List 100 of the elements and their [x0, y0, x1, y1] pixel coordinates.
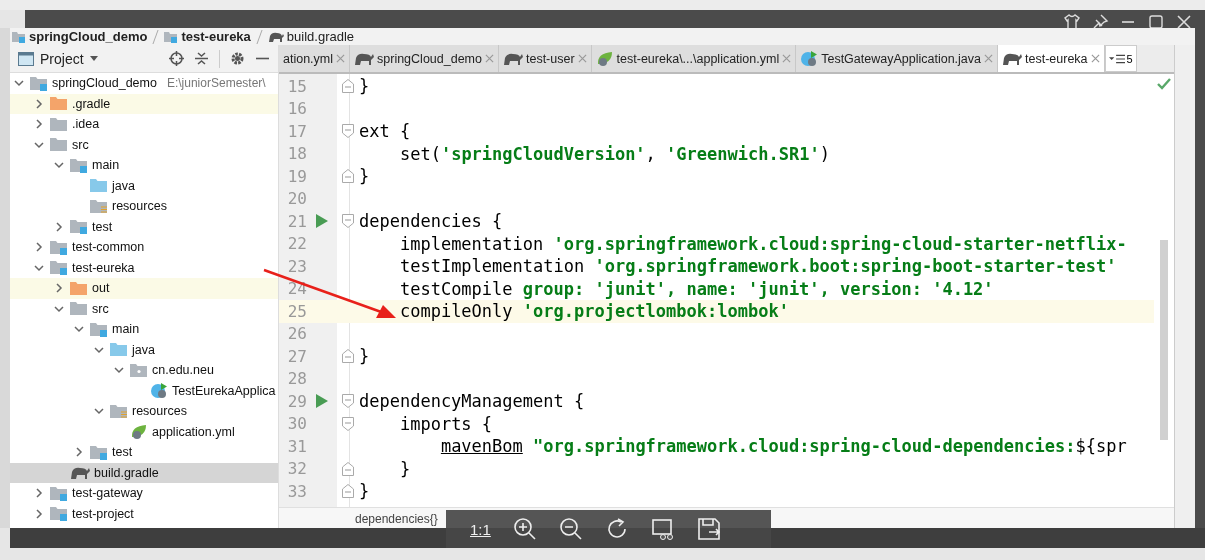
- chevron-icon[interactable]: [34, 262, 44, 273]
- chevron-icon[interactable]: [94, 406, 104, 417]
- elephant-icon: [354, 51, 375, 66]
- editor-tab[interactable]: TestGatewayApplication.java: [796, 45, 998, 72]
- fold-marker-icon[interactable]: [342, 461, 354, 476]
- code-text: ext {: [359, 121, 411, 142]
- line-number: 25: [286, 301, 307, 321]
- save-icon[interactable]: [696, 517, 721, 541]
- chevron-icon[interactable]: [34, 488, 44, 499]
- editor-tab[interactable]: test-eureka\...\application.yml: [591, 45, 797, 72]
- tree-item[interactable]: test-common: [10, 237, 278, 258]
- editor-tab[interactable]: test-user: [498, 45, 592, 72]
- folder-icon: [50, 239, 68, 255]
- pin-icon[interactable]: [1091, 13, 1109, 31]
- folder-icon: [110, 342, 128, 358]
- fold-marker-icon[interactable]: [342, 124, 354, 139]
- tree-item[interactable]: java: [10, 339, 278, 360]
- close-icon[interactable]: [1175, 13, 1193, 31]
- zoom-out-icon[interactable]: [558, 517, 583, 541]
- zoom-in-icon[interactable]: [512, 517, 537, 541]
- tree-item[interactable]: src: [10, 134, 278, 155]
- tree-item[interactable]: springCloud_demo E:\juniorSemester\: [10, 73, 278, 94]
- tree-item[interactable]: resources: [10, 401, 278, 422]
- fold-marker-icon[interactable]: [342, 349, 354, 364]
- elephant-icon: [502, 51, 523, 66]
- tree-item[interactable]: src: [10, 298, 278, 319]
- tree-item[interactable]: main: [10, 319, 278, 340]
- maximize-icon[interactable]: [1147, 13, 1165, 31]
- chevron-icon[interactable]: [54, 303, 64, 314]
- tree-item[interactable]: build.gradle: [10, 462, 278, 483]
- crop-icon[interactable]: [650, 517, 675, 541]
- actual-size-button[interactable]: 1:1: [470, 520, 491, 538]
- chevron-icon[interactable]: [34, 98, 44, 109]
- tree-item[interactable]: test-project: [10, 503, 278, 524]
- editor-tab[interactable]: test-eureka: [998, 45, 1105, 72]
- editor-tab[interactable]: springCloud_demo: [350, 45, 499, 72]
- tree-item[interactable]: test: [10, 216, 278, 237]
- elephant-icon: [1002, 51, 1022, 66]
- folder-icon: [130, 362, 148, 378]
- fold-marker-icon[interactable]: [342, 214, 354, 229]
- fold-marker-icon[interactable]: [342, 416, 354, 431]
- line-number: 33: [286, 481, 307, 501]
- code-text: set('springCloudVersion', 'Greenwich.SR1'): [398, 143, 830, 164]
- breadcrumb-item[interactable]: springCloud_demo: [12, 29, 148, 44]
- chevron-icon[interactable]: [34, 119, 44, 130]
- chevron-icon[interactable]: [114, 365, 124, 376]
- tab-overflow-button[interactable]: 5: [1104, 45, 1137, 72]
- editor-breadcrumb[interactable]: dependencies{}: [355, 512, 438, 526]
- folder-icon: [30, 75, 48, 91]
- line-number: 32: [286, 459, 307, 479]
- breadcrumb-item[interactable]: test-eureka: [164, 29, 251, 44]
- elephant-icon: [70, 465, 90, 481]
- tree-item[interactable]: application.yml: [10, 421, 278, 442]
- folder-icon: [90, 321, 108, 337]
- collapse-all-icon[interactable]: [194, 51, 209, 66]
- fold-marker-icon[interactable]: [342, 79, 354, 94]
- code-text: dependencyManagement {: [359, 391, 585, 412]
- tree-item[interactable]: TestEurekaApplica: [10, 380, 278, 401]
- chevron-icon[interactable]: [34, 139, 44, 150]
- tree-item[interactable]: test-gateway: [10, 483, 278, 504]
- chevron-icon[interactable]: [54, 160, 64, 171]
- fold-marker-icon[interactable]: [342, 484, 354, 499]
- fold-marker-icon[interactable]: [342, 394, 354, 409]
- breadcrumb-item[interactable]: build.gradle: [267, 29, 355, 44]
- editor-tab[interactable]: ation.yml: [279, 45, 351, 72]
- tree-item[interactable]: test-eureka: [10, 257, 278, 278]
- tree-item[interactable]: main: [10, 155, 278, 176]
- chevron-icon[interactable]: [54, 283, 64, 294]
- tree-item[interactable]: java: [10, 175, 278, 196]
- line-number: 31: [286, 436, 307, 456]
- code-text: testCompile group: 'junit', name: 'junit', version: '4.12': [398, 278, 994, 299]
- project-view-dropdown[interactable]: Project: [14, 50, 102, 67]
- code-text: }: [398, 458, 411, 479]
- tree-item[interactable]: .idea: [10, 114, 278, 135]
- tree-item[interactable]: resources: [10, 196, 278, 217]
- folder-icon: [50, 485, 68, 501]
- tree-item[interactable]: test: [10, 442, 278, 463]
- line-number: 26: [286, 324, 307, 344]
- chevron-icon[interactable]: [34, 508, 44, 519]
- chevron-icon[interactable]: [54, 221, 64, 232]
- locate-icon[interactable]: [169, 51, 184, 66]
- line-number: 29: [286, 391, 307, 411]
- shirt-icon[interactable]: [1063, 13, 1081, 31]
- fold-marker-icon[interactable]: [342, 169, 354, 184]
- settings-icon[interactable]: [230, 51, 245, 66]
- folder-icon: [70, 157, 88, 173]
- chevron-icon[interactable]: [14, 78, 24, 89]
- check-icon: [1157, 78, 1171, 90]
- chevron-icon[interactable]: [34, 242, 44, 253]
- chevron-icon[interactable]: [74, 447, 84, 458]
- tree-item[interactable]: .gradle: [10, 93, 278, 114]
- scrollbar[interactable]: [1160, 240, 1168, 440]
- run-icon[interactable]: [316, 214, 328, 229]
- chevron-icon[interactable]: [94, 344, 104, 355]
- code-text: implementation 'org.springframework.cloud:spring-cloud-starter-netflix-: [398, 233, 1127, 254]
- tree-item[interactable]: out: [10, 278, 278, 299]
- chevron-icon[interactable]: [74, 324, 84, 335]
- run-icon[interactable]: [316, 394, 328, 409]
- line-number: 19: [286, 166, 307, 186]
- tree-item[interactable]: cn.edu.neu: [10, 360, 278, 381]
